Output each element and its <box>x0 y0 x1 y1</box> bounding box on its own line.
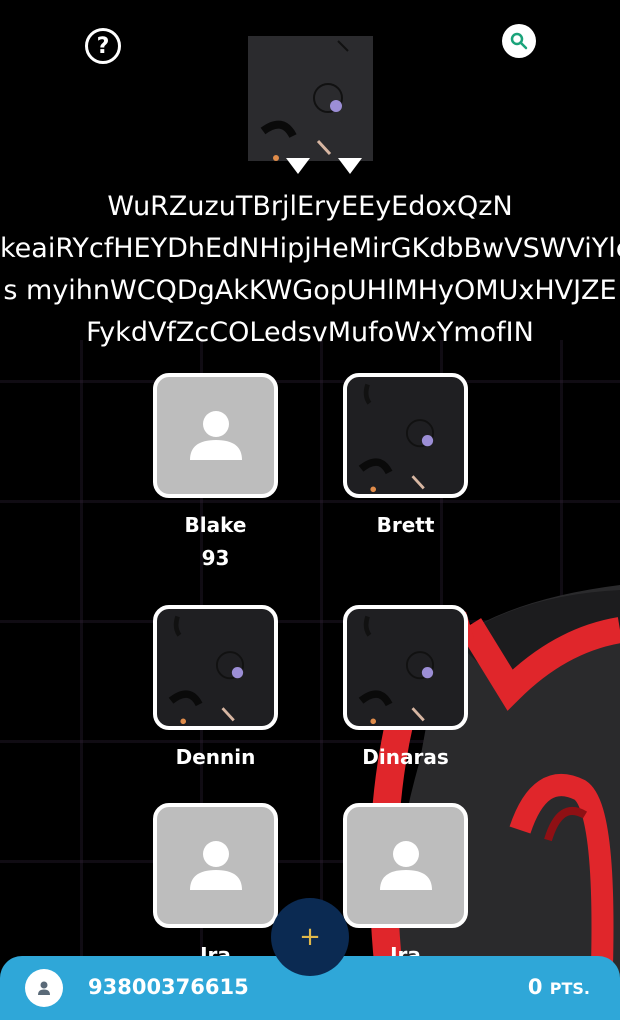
phone-number: 93800376615 <box>88 975 249 999</box>
user-name: Brett <box>376 513 435 537</box>
add-button[interactable]: + <box>271 898 349 976</box>
points-unit: PTS. <box>549 979 590 998</box>
user-icon <box>38 981 50 995</box>
hero-notch <box>338 158 362 174</box>
user-name: Dinaras <box>362 745 449 769</box>
pattern-avatar-image <box>168 615 245 725</box>
points-display: 0 PTS. <box>528 975 590 999</box>
pattern-avatar-image <box>358 383 435 493</box>
user-icon <box>189 840 242 890</box>
description-line: keaiRYcfHEYDhEdNHipjHeMirGKdbBwVSWViYle <box>0 233 620 264</box>
user-name: Dennin <box>175 745 256 769</box>
user-score: 93 <box>201 546 230 570</box>
profile-avatar[interactable] <box>25 969 63 1007</box>
user-card-avatar[interactable] <box>153 605 278 730</box>
user-card-avatar[interactable] <box>153 373 278 498</box>
user-icon <box>189 410 242 460</box>
search-button[interactable] <box>502 24 536 58</box>
user-icon <box>379 840 432 890</box>
description-line: FykdVfZcCOLedsvMufoWxYmofIN <box>86 317 534 348</box>
user-card-avatar[interactable] <box>343 803 468 928</box>
user-card-avatar[interactable] <box>153 803 278 928</box>
search-icon <box>510 32 528 50</box>
points-value: 0 <box>527 975 543 999</box>
user-name: Blake <box>184 513 247 537</box>
help-button[interactable]: ? <box>85 28 121 64</box>
description-line: WuRZuzuTBrjlEryEEyEdoxQzN <box>107 191 513 222</box>
hero-avatar-image <box>248 36 373 161</box>
user-card-avatar[interactable] <box>343 605 468 730</box>
plus-icon: + <box>299 922 321 952</box>
description-line: s myihnWCQDgAkKWGopUHlMHyOMUxHVJZE <box>3 275 617 306</box>
hero-notch <box>286 158 310 174</box>
pattern-avatar-image <box>358 615 435 725</box>
question-circle-icon: ? <box>96 33 110 59</box>
description-text: WuRZuzuTBrjlEryEEyEdoxQzN keaiRYcfHEYDhE… <box>0 186 620 354</box>
user-card-avatar[interactable] <box>343 373 468 498</box>
